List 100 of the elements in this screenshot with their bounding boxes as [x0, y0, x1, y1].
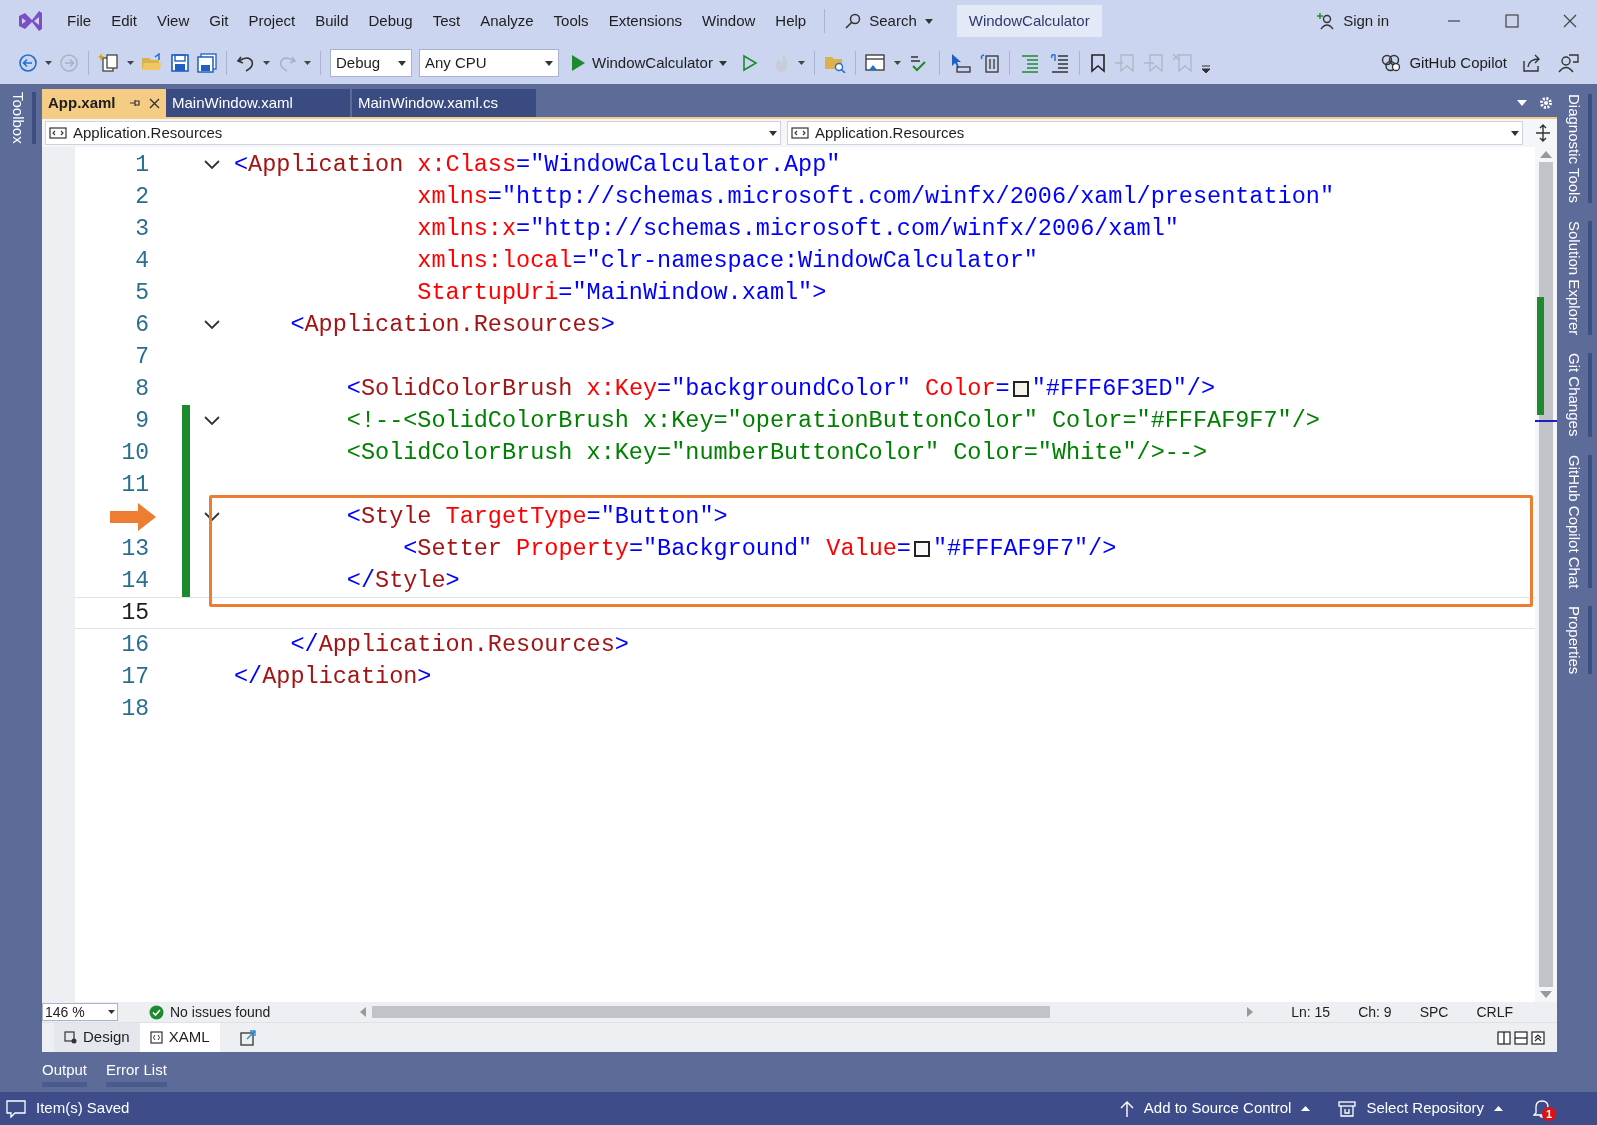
tool-window-tab[interactable]: Output — [42, 1060, 88, 1087]
window-layout-icon[interactable] — [864, 53, 887, 73]
pop-out-icon[interactable] — [239, 1029, 256, 1046]
caret-icon — [398, 60, 406, 66]
menu-item[interactable]: Window — [692, 5, 766, 37]
view-tab[interactable]: Design — [54, 1023, 140, 1052]
collapse-icon[interactable] — [204, 416, 220, 426]
repository-button[interactable]: Select Repository — [1338, 1097, 1503, 1120]
bookmark-icon[interactable] — [1088, 53, 1107, 73]
side-tab[interactable]: Properties — [1562, 606, 1592, 675]
caret-icon[interactable] — [263, 61, 270, 65]
menu-item[interactable]: File — [57, 5, 102, 37]
side-tab[interactable]: Toolbox — [6, 92, 36, 144]
caret-icon[interactable] — [1517, 100, 1527, 106]
caret-icon — [545, 60, 553, 66]
line-number: 4 — [134, 246, 149, 276]
line-number: 6 — [134, 310, 149, 340]
notifications-button[interactable]: 1 — [1533, 1097, 1555, 1120]
settings-icon[interactable] — [1539, 96, 1553, 110]
notification-badge: 1 — [1542, 1106, 1556, 1121]
menu-item[interactable]: Analyze — [470, 5, 544, 37]
caret-icon[interactable] — [797, 61, 805, 65]
line-number: 5 — [134, 278, 149, 308]
menu-item[interactable]: Test — [422, 5, 471, 37]
scroll-up-icon[interactable] — [1540, 151, 1552, 158]
caret-icon[interactable] — [893, 61, 901, 65]
code-text: </Application> — [234, 662, 432, 693]
line-endings[interactable]: CRLF — [1476, 1001, 1513, 1023]
search-button[interactable]: Search — [833, 5, 945, 37]
close-icon[interactable] — [149, 97, 160, 109]
bell-icon — [1533, 1097, 1551, 1118]
close-icon[interactable] — [1563, 14, 1577, 28]
caret-icon — [108, 1010, 115, 1014]
menu-item[interactable]: Debug — [358, 5, 423, 37]
caret-icon[interactable] — [45, 61, 52, 65]
menu-item[interactable]: View — [147, 5, 200, 37]
platform-dropdown[interactable]: Any CPU — [419, 49, 559, 77]
side-tab[interactable]: GitHub Copilot Chat — [1562, 454, 1592, 588]
collapse-pane-icon[interactable] — [1531, 1030, 1545, 1045]
menu-item[interactable]: Git — [199, 5, 239, 37]
side-tab[interactable]: Diagnostic Tools — [1562, 94, 1592, 203]
navigation-dropdown[interactable]: Application.Resources — [787, 121, 1523, 145]
new-project-icon[interactable] — [98, 52, 120, 74]
share-icon[interactable] — [1522, 53, 1542, 73]
back-icon[interactable] — [18, 53, 38, 73]
menu-item[interactable]: Help — [765, 5, 817, 37]
menu-item[interactable]: Project — [238, 5, 306, 37]
menu-item[interactable]: Tools — [543, 5, 599, 37]
editor-tab[interactable]: MainWindow.xaml — [166, 89, 350, 117]
sign-in-button[interactable]: Sign in — [1309, 9, 1397, 33]
line-number: 1 — [134, 150, 149, 180]
caret-icon[interactable] — [304, 61, 311, 65]
vertical-scrollbar[interactable] — [1539, 162, 1553, 987]
collapse-icon[interactable] — [204, 160, 220, 170]
app-logo-icon — [17, 8, 43, 34]
cursor-line[interactable]: Ln: 15 — [1291, 1001, 1331, 1023]
side-tab[interactable]: Solution Explorer — [1562, 220, 1592, 336]
start-without-debugging-icon[interactable] — [741, 54, 758, 72]
navigation-dropdown[interactable]: Application.Resources — [45, 121, 781, 145]
editor-tab[interactable]: MainWindow.xaml.cs — [352, 89, 536, 117]
caret-icon — [718, 60, 727, 66]
horizontal-scrollbar[interactable] — [372, 1006, 1051, 1018]
tool-window-tab[interactable]: Error List — [106, 1060, 167, 1087]
line-number: 8 — [134, 374, 149, 404]
editor-tab[interactable]: App.xaml — [42, 89, 166, 117]
copilot-button[interactable]: GitHub Copilot — [1381, 51, 1507, 75]
menu-item[interactable]: Build — [305, 5, 359, 37]
menu-item[interactable]: Extensions — [598, 5, 692, 37]
line-number: 14 — [120, 566, 149, 596]
maximize-icon[interactable] — [1505, 14, 1519, 28]
pin-icon[interactable] — [129, 98, 141, 108]
message-icon — [6, 1098, 26, 1119]
line-number: 10 — [120, 438, 149, 468]
save-all-icon[interactable] — [197, 53, 217, 73]
source-control-button[interactable]: Add to Source Control — [1119, 1097, 1311, 1120]
code-text: <Style TargetType="Button"> — [345, 502, 728, 533]
zoom-dropdown[interactable]: 146 % — [42, 1003, 118, 1021]
split-horizontal-icon[interactable] — [1514, 1030, 1528, 1045]
side-tab[interactable]: Git Changes — [1562, 353, 1592, 437]
configuration-dropdown[interactable]: Debug — [330, 49, 412, 77]
menu-item[interactable]: Edit — [101, 5, 148, 37]
code-text: <Application.Resources> — [289, 310, 615, 341]
save-icon[interactable] — [170, 53, 190, 73]
view-tab[interactable]: XAML — [139, 1023, 220, 1052]
split-vertical-icon[interactable] — [1497, 1030, 1511, 1045]
whitespace-mode[interactable]: SPC — [1419, 1001, 1449, 1023]
feedback-icon[interactable] — [1557, 53, 1579, 73]
code-text: "#FFFAF9F7"/> — [932, 534, 1117, 565]
split-icon[interactable] — [1535, 124, 1551, 142]
collapse-icon[interactable] — [204, 320, 220, 330]
cursor-column[interactable]: Ch: 9 — [1358, 1001, 1392, 1023]
start-button[interactable]: WindowCalculator — [570, 51, 727, 75]
scroll-down-icon[interactable] — [1540, 991, 1552, 998]
code-text: xmlns:local="clr-namespace:WindowCalculator" — [416, 246, 1038, 277]
line-number: 18 — [120, 694, 149, 724]
collapse-icon[interactable] — [204, 512, 220, 522]
line-number: 16 — [120, 630, 149, 660]
code-text: StartupUri="MainWindow.xaml"> — [416, 278, 827, 309]
overflow-icon[interactable] — [1200, 64, 1211, 74]
caret-icon[interactable] — [127, 61, 134, 65]
